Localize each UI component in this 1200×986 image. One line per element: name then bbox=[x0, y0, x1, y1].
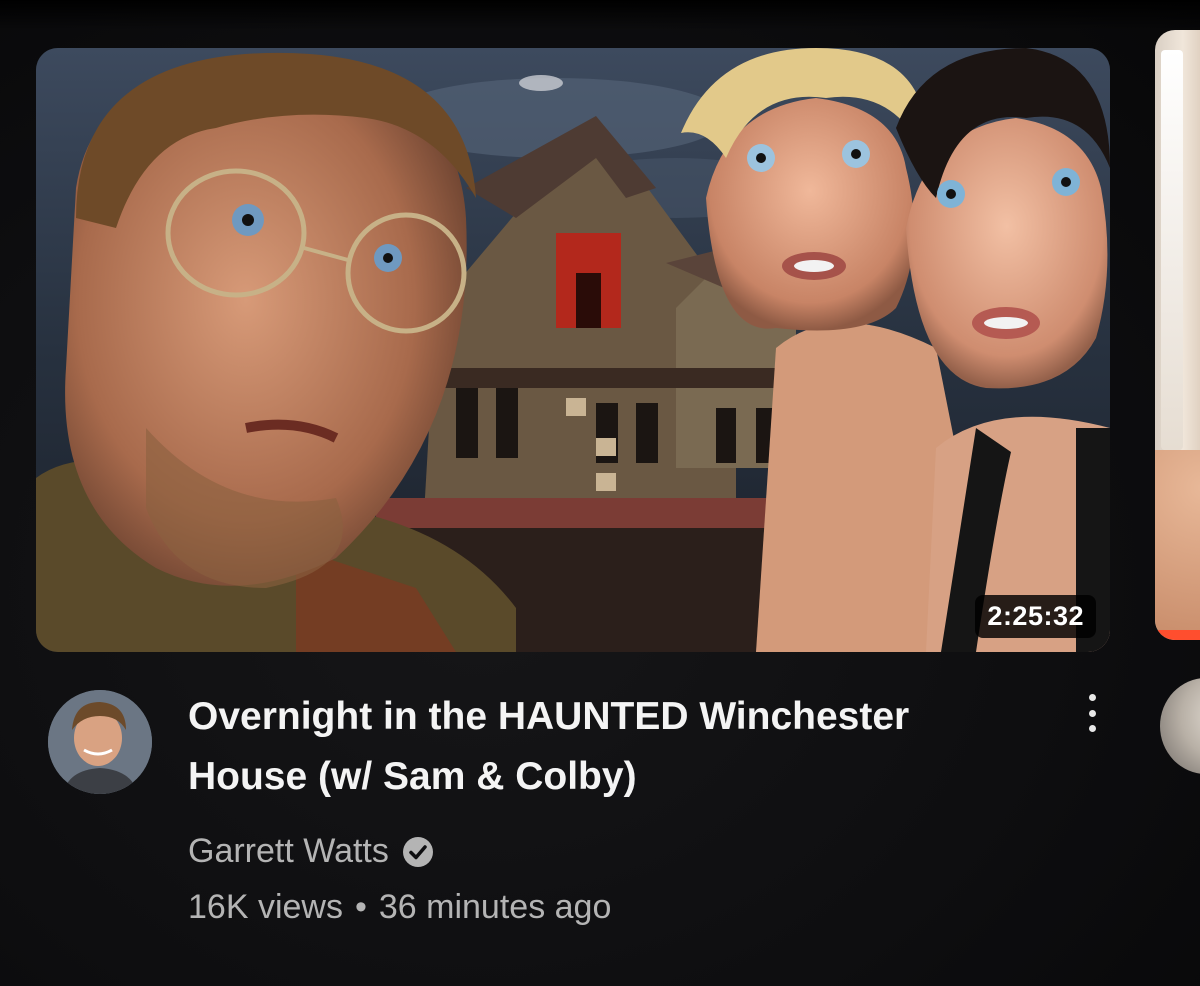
thumbnail-artwork bbox=[36, 48, 1110, 652]
next-thumbnail-artwork bbox=[1161, 50, 1183, 450]
next-thumbnail-figure bbox=[1155, 450, 1200, 640]
video-stats: 16K views • 36 minutes ago bbox=[188, 888, 611, 927]
person-left bbox=[36, 52, 516, 652]
next-video-progress-bar bbox=[1155, 630, 1200, 640]
channel-avatar[interactable] bbox=[48, 690, 152, 794]
more-actions-button[interactable] bbox=[1074, 686, 1110, 740]
avatar-image bbox=[48, 690, 152, 794]
vertical-ellipsis-icon bbox=[1088, 694, 1096, 701]
published-time: 36 minutes ago bbox=[378, 888, 612, 926]
screen-bezel bbox=[0, 0, 1200, 30]
channel-row: Garrett Watts bbox=[188, 832, 435, 871]
video-duration-badge: 2:25:32 bbox=[975, 595, 1096, 638]
youtube-home-feed: 2:25:32 Overnight in the HAUNTED Winches… bbox=[0, 0, 1200, 986]
next-video-thumbnail[interactable] bbox=[1155, 30, 1200, 640]
video-title[interactable]: Overnight in the HAUNTED Winchester Hous… bbox=[188, 687, 1008, 807]
meta-separator: • bbox=[354, 888, 367, 926]
ellipsis-dot bbox=[1088, 725, 1096, 732]
video-thumbnail[interactable]: 2:25:32 bbox=[36, 48, 1110, 652]
ellipsis-dot bbox=[1088, 709, 1096, 717]
next-channel-avatar[interactable] bbox=[1160, 678, 1200, 774]
view-count: 16K views bbox=[188, 888, 343, 926]
channel-name[interactable]: Garrett Watts bbox=[188, 832, 389, 871]
check-circle-icon bbox=[402, 836, 433, 867]
